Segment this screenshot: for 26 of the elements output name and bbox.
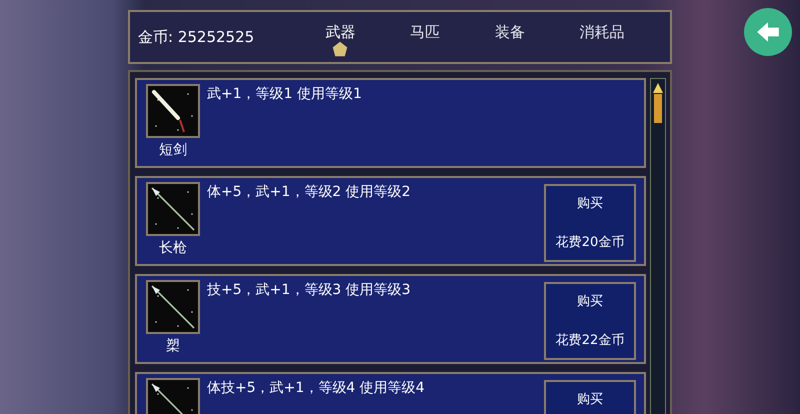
spear-icon [146, 182, 200, 236]
price-label: 花费20金币 [556, 234, 624, 252]
category-tab[interactable]: 马匹 [410, 17, 440, 57]
category-tab[interactable]: 装备 [494, 17, 525, 57]
buy-label: 购买 [577, 195, 603, 213]
item-description: 体技+5，武+1，等级4 使用等级4 [207, 379, 426, 398]
category-tab[interactable]: 武器 [325, 17, 356, 57]
item-description: 技+5，武+1，等级3 使用等级3 [207, 281, 412, 300]
sword-icon [146, 84, 200, 138]
spear-icon [146, 280, 200, 334]
buy-button[interactable]: 购买 花费20金币 [544, 184, 636, 262]
item-description: 武+1，等级1 使用等级1 [207, 85, 363, 104]
buy-label: 购买 [577, 293, 603, 311]
buy-button[interactable]: 购买 花费22金币 [544, 282, 636, 360]
category-tab[interactable]: 消耗品 [580, 17, 625, 57]
emblem-icon [332, 41, 348, 57]
item-description: 体+5，武+1，等级2 使用等级2 [207, 183, 412, 202]
back-button[interactable] [744, 8, 792, 56]
coin-balance: 金币: 25252525 [138, 26, 256, 48]
item-name: 长枪 [159, 239, 187, 258]
buy-button[interactable]: 购买 [544, 380, 636, 414]
price-label: 花费22金币 [556, 332, 624, 350]
item-name: 槊 [166, 337, 180, 356]
scroll-thumb-icon [653, 83, 663, 123]
buy-label: 购买 [577, 391, 603, 409]
item-name: 短剑 [159, 141, 187, 160]
